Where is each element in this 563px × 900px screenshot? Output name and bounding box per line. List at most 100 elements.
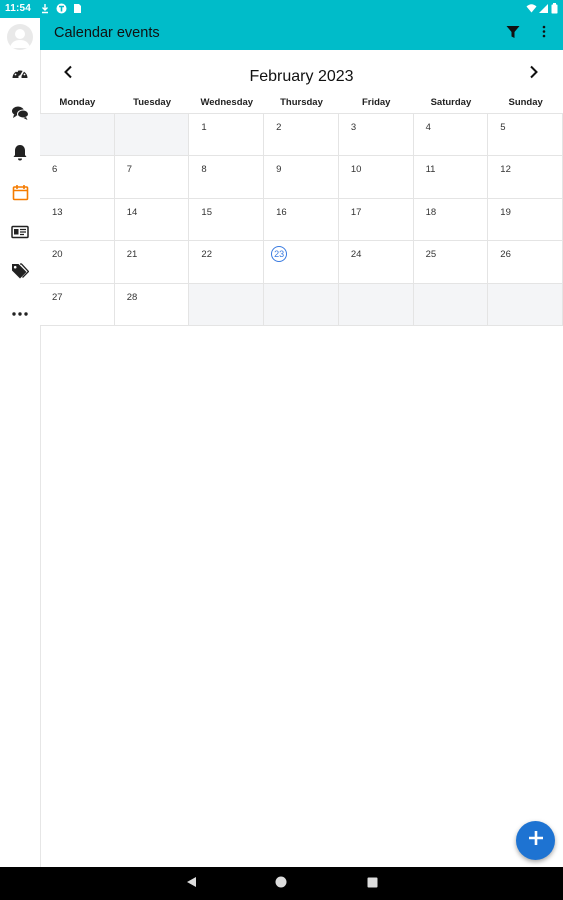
dashboard-icon: [11, 65, 29, 88]
date-number: 13: [52, 206, 63, 218]
system-nav-bar: [0, 867, 563, 900]
calendar-day-cell[interactable]: 28: [114, 283, 190, 326]
date-number: 2: [276, 122, 282, 133]
date-number: 17: [350, 206, 362, 218]
calendar-icon: [12, 184, 29, 206]
date-number: 12: [500, 164, 511, 176]
sidebar-item-chat[interactable]: [0, 100, 40, 130]
avatar[interactable]: [7, 24, 33, 50]
calendar-day-cell[interactable]: 19: [488, 198, 563, 242]
calendar-day-empty: [338, 283, 414, 326]
calendar-day-empty: [488, 283, 563, 326]
calendar-day-cell[interactable]: 3: [338, 114, 414, 157]
weekday-header-row: Monday Tuesday Wednesday Thursday Friday Satu…: [40, 96, 563, 113]
battery-icon: [551, 3, 561, 14]
back-icon: [186, 875, 197, 893]
date-number: 8: [201, 164, 207, 176]
calendar-day-cell[interactable]: 6: [40, 156, 115, 199]
weekday-label: Sunday: [508, 97, 543, 108]
date-number: 18: [425, 206, 437, 218]
calendar-day-cell[interactable]: 7: [114, 156, 190, 199]
sidebar-item-notifications[interactable]: [0, 140, 40, 170]
date-number: 15: [201, 206, 212, 218]
date-number: 11: [425, 164, 436, 176]
date-number: 4: [425, 122, 431, 133]
calendar-day-empty: [264, 283, 339, 326]
weekday-label: Thursday: [280, 97, 323, 108]
back-button[interactable]: [182, 875, 200, 893]
calendar-day-empty: [40, 114, 115, 157]
sidebar-item-more[interactable]: [0, 298, 40, 328]
sidebar-item-dashboard[interactable]: [0, 61, 40, 91]
date-number: 6: [52, 164, 58, 176]
calendar-day-cell[interactable]: 16: [264, 198, 339, 242]
calendar-day-empty: [114, 114, 190, 157]
calendar-day-cell[interactable]: 12: [488, 156, 563, 199]
date-number: 27: [52, 291, 63, 303]
date-number: 9: [276, 164, 282, 176]
add-event-button[interactable]: [516, 821, 555, 860]
calendar-day-cell[interactable]: 21: [114, 241, 190, 284]
weekday-label: Saturday: [430, 97, 472, 108]
sim-icon: [73, 3, 83, 14]
calendar-day-cell[interactable]: 14: [114, 198, 190, 242]
date-number: 28: [126, 291, 138, 303]
filter-icon: [506, 25, 520, 44]
date-number: 21: [126, 249, 138, 261]
sidebar-item-tags[interactable]: [0, 258, 40, 288]
date-number: 24: [350, 249, 362, 261]
date-number: 10: [350, 164, 362, 176]
calendar-day-cell[interactable]: 9: [264, 156, 339, 199]
calendar-day-cell[interactable]: 8: [189, 156, 265, 199]
more-vert-icon: [542, 25, 546, 43]
month-title: February 2023: [249, 68, 354, 85]
sidebar-item-calendar[interactable]: [0, 180, 40, 210]
date-number: 25: [425, 249, 437, 261]
vpn-icon: [56, 3, 67, 14]
calendar-day-cell[interactable]: 1: [189, 114, 265, 157]
wifi-icon: [526, 3, 537, 14]
calendar-grid: 1 2 3 4 5 6 7 8 9 10 11 12 13 14 15 16 17 18 19 20 21 22 23 24 2…: [40, 113, 563, 326]
page-title: Calendar events: [54, 25, 160, 41]
chevron-right-icon: [529, 65, 539, 84]
date-number: 5: [500, 122, 506, 133]
bell-icon: [12, 144, 28, 166]
app-bar: Calendar events: [40, 18, 563, 50]
date-number: 26: [500, 249, 511, 261]
today-date-number: 23: [271, 246, 288, 263]
plus-icon: [528, 830, 544, 851]
calendar-header: February 2023: [40, 50, 563, 96]
tags-icon: [11, 262, 30, 284]
calendar-day-cell[interactable]: 22: [189, 241, 265, 284]
date-number: 7: [126, 164, 132, 176]
recents-button[interactable]: [363, 875, 381, 893]
date-number: 19: [500, 206, 511, 218]
calendar-day-cell[interactable]: 11: [413, 156, 489, 199]
calendar-day-cell[interactable]: 5: [488, 114, 563, 157]
calendar-day-cell[interactable]: 23: [264, 241, 339, 284]
calendar-day-cell[interactable]: 27: [40, 283, 115, 326]
filter-button[interactable]: [501, 22, 525, 46]
calendar-day-cell[interactable]: 4: [413, 114, 489, 157]
recents-icon: [367, 875, 378, 893]
overflow-menu-button[interactable]: [532, 22, 556, 46]
weekday-label: Wednesday: [200, 97, 254, 108]
calendar-day-cell[interactable]: 13: [40, 198, 115, 242]
home-button[interactable]: [272, 875, 290, 893]
date-number: 16: [276, 206, 287, 218]
more-icon: [11, 304, 29, 322]
weekday-label: Tuesday: [133, 97, 171, 108]
calendar-day-cell[interactable]: 15: [189, 198, 265, 242]
calendar-day-cell[interactable]: 20: [40, 241, 115, 284]
calendar-day-cell[interactable]: 24: [338, 241, 414, 284]
calendar-day-cell[interactable]: 18: [413, 198, 489, 242]
calendar-day-cell[interactable]: 26: [488, 241, 563, 284]
calendar-day-cell[interactable]: 2: [264, 114, 339, 157]
sidebar: [0, 18, 41, 867]
calendar-day-cell[interactable]: 10: [338, 156, 414, 199]
calendar-day-cell[interactable]: 17: [338, 198, 414, 242]
next-month-button[interactable]: [520, 60, 548, 88]
sidebar-item-id-card[interactable]: [0, 219, 40, 249]
calendar-day-cell[interactable]: 25: [413, 241, 489, 284]
signal-icon: [539, 3, 549, 14]
